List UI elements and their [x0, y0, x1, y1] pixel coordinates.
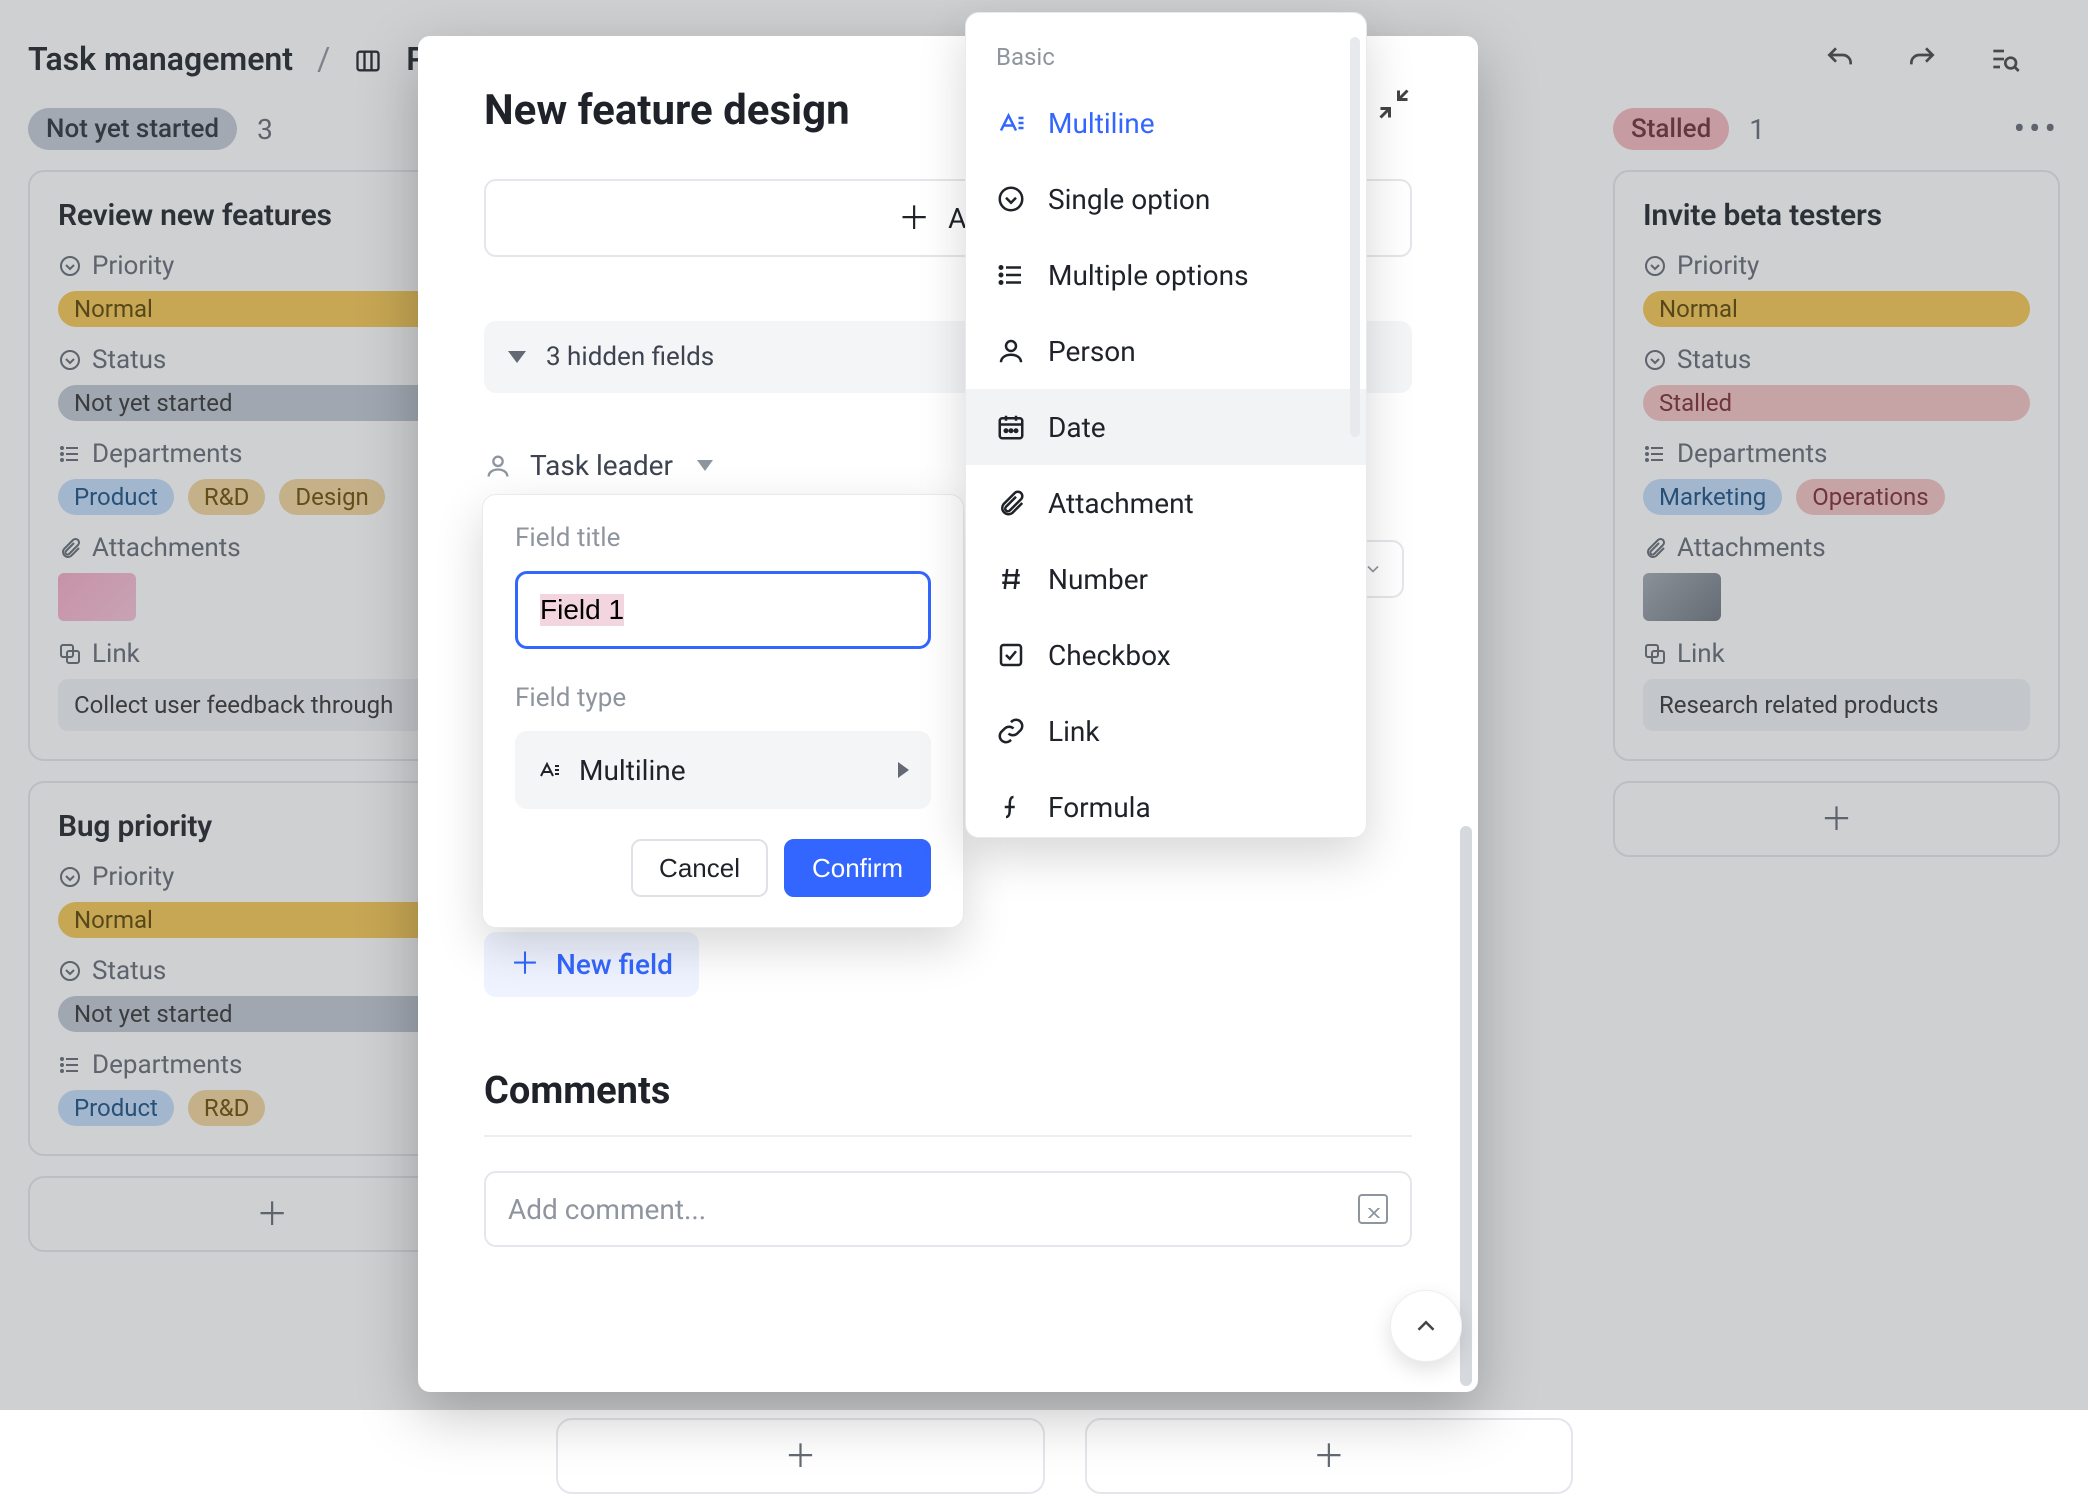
type-option-checkbox[interactable]: Checkbox — [966, 617, 1366, 693]
chevron-right-icon — [898, 762, 909, 778]
type-option-label: Multiple options — [1048, 259, 1249, 292]
multiline-icon — [996, 108, 1026, 138]
cancel-button[interactable]: Cancel — [631, 839, 768, 897]
comment-input[interactable]: Add comment... — [484, 1171, 1412, 1247]
plus-icon: ＋ — [784, 1440, 816, 1472]
type-option-multiple-options[interactable]: Multiple options — [966, 237, 1366, 313]
type-option-label: Checkbox — [1048, 639, 1171, 672]
field-type-select[interactable]: Multiline — [515, 731, 931, 809]
field-title-input[interactable] — [515, 571, 931, 649]
type-option-label: Formula — [1048, 791, 1151, 824]
type-option-number[interactable]: Number — [966, 541, 1366, 617]
link-icon — [996, 716, 1026, 746]
field-type-value: Multiline — [579, 754, 686, 787]
field-type-menu: Basic Multiline Single option Multiple o… — [965, 12, 1367, 838]
checkbox-icon — [996, 640, 1026, 670]
type-option-person[interactable]: Person — [966, 313, 1366, 389]
field-type-label: Field type — [515, 683, 931, 713]
field-label: Task leader — [530, 449, 673, 482]
confirm-button[interactable]: Confirm — [784, 839, 931, 897]
add-card-button[interactable]: ＋ — [1085, 1418, 1573, 1494]
type-option-label: Attachment — [1048, 487, 1194, 520]
divider — [484, 1135, 1412, 1137]
new-field-button[interactable]: ＋ New field — [484, 932, 699, 997]
scrollbar[interactable] — [1350, 37, 1360, 437]
attachment-icon — [996, 488, 1026, 518]
type-option-date[interactable]: Date — [966, 389, 1366, 465]
type-option-label: Date — [1048, 411, 1106, 444]
type-option-attachment[interactable]: Attachment — [966, 465, 1366, 541]
multiline-icon — [537, 758, 561, 782]
type-option-label: Single option — [1048, 183, 1210, 216]
comment-placeholder: Add comment... — [508, 1193, 706, 1226]
type-option-label: Number — [1048, 563, 1148, 596]
type-option-multiline[interactable]: Multiline — [966, 85, 1366, 161]
new-field-label: New field — [556, 948, 673, 981]
add-card-button[interactable]: ＋ — [556, 1418, 1044, 1494]
formula-icon — [996, 792, 1026, 822]
type-option-link[interactable]: Link — [966, 693, 1366, 769]
comments-heading: Comments — [484, 1069, 1412, 1113]
chevron-circle-icon — [996, 184, 1026, 214]
plus-icon: ＋ — [1313, 1440, 1345, 1472]
new-field-popover: Field title Field type Multiline Cancel … — [482, 494, 964, 928]
plus-icon: ＋ — [510, 950, 540, 980]
hidden-fields-label: 3 hidden fields — [546, 342, 714, 372]
type-option-single-option[interactable]: Single option — [966, 161, 1366, 237]
menu-section-label: Basic — [966, 39, 1366, 85]
chevron-down-icon — [697, 460, 713, 471]
calendar-icon — [996, 412, 1026, 442]
type-option-label: Link — [1048, 715, 1100, 748]
image-icon[interactable] — [1358, 1194, 1388, 1224]
chevron-down-icon — [508, 351, 526, 363]
person-icon — [996, 336, 1026, 366]
type-option-formula[interactable]: Formula — [966, 769, 1366, 845]
type-option-label: Multiline — [1048, 107, 1155, 140]
hash-icon — [996, 564, 1026, 594]
scrollbar[interactable] — [1460, 826, 1472, 1386]
type-option-label: Person — [1048, 335, 1136, 368]
field-title-label: Field title — [515, 523, 931, 553]
list-icon — [996, 260, 1026, 290]
collapse-icon[interactable] — [1376, 86, 1412, 122]
person-icon — [484, 452, 512, 480]
scroll-to-top-button[interactable] — [1390, 1290, 1462, 1362]
plus-icon: ＋ — [898, 202, 930, 234]
